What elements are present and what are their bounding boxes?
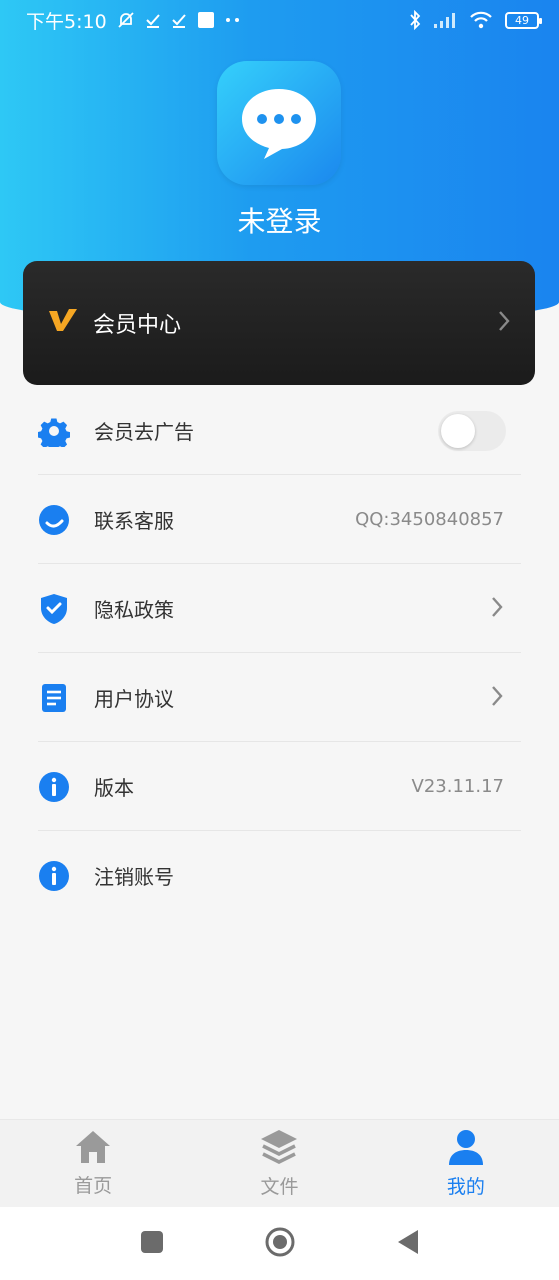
- menu-label: 会员去广告: [94, 420, 194, 444]
- info-icon: [38, 771, 70, 803]
- menu-label: 用户协议: [94, 687, 174, 711]
- check-icon: [171, 12, 187, 28]
- document-icon: [38, 682, 70, 714]
- mute-bell-icon: [117, 11, 135, 29]
- vip-center-label: 会员中心: [93, 313, 182, 338]
- chevron-right-icon: [490, 684, 504, 712]
- layers-icon: [259, 1128, 299, 1170]
- customer-service-icon: [38, 504, 70, 536]
- tab-label: 首页: [74, 1175, 113, 1197]
- vip-v-icon: [47, 307, 79, 339]
- menu-item-delete-account[interactable]: 注销账号: [0, 831, 559, 920]
- status-time: 下午5:10: [26, 10, 107, 33]
- chat-bubble-icon: [242, 89, 316, 159]
- wifi-icon: [469, 11, 493, 29]
- menu-item-remove-ads: 会员去广告: [0, 386, 559, 475]
- signal-icon: [433, 12, 457, 28]
- menu-item-user-agreement[interactable]: 用户协议: [0, 653, 559, 742]
- version-value: V23.11.17: [411, 776, 504, 797]
- tab-files[interactable]: 文件: [186, 1120, 372, 1207]
- recent-apps-button[interactable]: [140, 1230, 164, 1258]
- tab-home[interactable]: 首页: [0, 1120, 186, 1207]
- shield-icon: [38, 593, 70, 625]
- info-icon: [38, 860, 70, 892]
- battery-icon: 49: [505, 11, 542, 29]
- back-button[interactable]: [396, 1229, 420, 1259]
- menu-item-version[interactable]: 版本 V23.11.17: [0, 742, 559, 831]
- notification-square-icon: [197, 11, 215, 29]
- gear-icon: [38, 415, 70, 447]
- menu-item-privacy-policy[interactable]: 隐私政策: [0, 564, 559, 653]
- user-icon: [447, 1128, 485, 1170]
- remove-ads-toggle[interactable]: [438, 410, 506, 451]
- bottom-tab-bar: 首页 文件 我的: [0, 1119, 559, 1207]
- more-dots-icon: [225, 17, 241, 23]
- bluetooth-icon: [409, 10, 421, 30]
- menu-label: 版本: [94, 776, 134, 800]
- chevron-right-icon: [490, 595, 504, 623]
- check-icon: [145, 12, 161, 28]
- chevron-right-icon: [497, 309, 511, 337]
- tab-label: 我的: [446, 1176, 485, 1198]
- home-icon: [74, 1129, 112, 1169]
- status-bar: 下午5:10 49: [0, 0, 559, 40]
- menu-label: 注销账号: [94, 865, 174, 889]
- menu-label: 联系客服: [94, 509, 174, 533]
- menu-label: 隐私政策: [94, 598, 174, 622]
- menu-item-contact-support[interactable]: 联系客服 QQ:3450840857: [0, 475, 559, 564]
- tab-mine[interactable]: 我的: [373, 1120, 559, 1207]
- system-nav-bar: [0, 1207, 559, 1280]
- app-logo: [217, 61, 341, 185]
- vip-center-card[interactable]: 会员中心: [23, 261, 535, 385]
- tab-label: 文件: [260, 1176, 299, 1198]
- support-qq-value: QQ:3450840857: [355, 509, 504, 530]
- login-status[interactable]: 未登录: [0, 200, 559, 240]
- settings-menu: 会员去广告 联系客服 QQ:3450840857 隐私政策 用户协议 版本 V2…: [0, 386, 559, 920]
- home-button[interactable]: [264, 1226, 296, 1262]
